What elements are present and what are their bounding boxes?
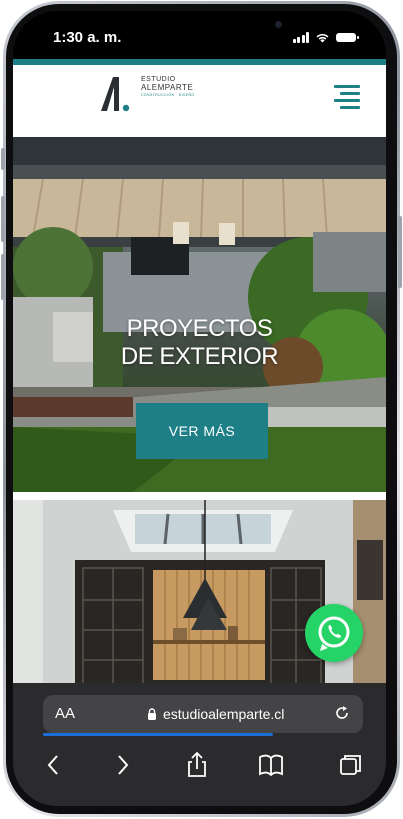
dynamic-notch	[138, 11, 282, 45]
whatsapp-icon	[318, 616, 350, 651]
reader-settings-button[interactable]: AA	[55, 705, 75, 722]
power-button	[398, 216, 402, 288]
hero-exterior: PROYECTOS DE EXTERIOR VER MÁS	[13, 137, 386, 492]
status-icons	[292, 31, 359, 43]
brand-tagline: CONSTRUCCIÓN · DISEÑO	[141, 93, 195, 97]
status-bar: 1:30 a. m.	[13, 11, 386, 61]
browser-toolbar	[13, 749, 386, 789]
whatsapp-button[interactable]	[305, 604, 363, 662]
screen: 1:30 a. m. ESTUDIO ALEMPARTE CONSTRUCCIÓ…	[13, 11, 386, 806]
battery-icon	[336, 32, 359, 42]
brand-line-1: ESTUDIO	[141, 76, 176, 83]
menu-button[interactable]	[334, 85, 360, 109]
reload-icon[interactable]	[333, 704, 351, 722]
volume-down-button	[1, 254, 5, 300]
url-text: estudioalemparte.cl	[163, 706, 285, 722]
ver-mas-button[interactable]: VER MÁS	[136, 403, 268, 459]
camera-icon	[275, 21, 282, 28]
chevron-left-icon[interactable]	[37, 749, 69, 781]
page-load-progress	[43, 733, 273, 736]
address-bar[interactable]: AA estudioalemparte.cl	[43, 695, 363, 733]
site-header: ESTUDIO ALEMPARTE CONSTRUCCIÓN · DISEÑO	[13, 65, 386, 137]
signal-icon	[292, 31, 309, 43]
lock-icon	[148, 708, 156, 720]
brand-line-2: ALEMPARTE	[141, 83, 194, 92]
section-divider	[13, 492, 386, 500]
tabs-icon[interactable]	[335, 749, 367, 781]
volume-up-button	[1, 196, 5, 242]
hero-title-line-2: DE EXTERIOR	[120, 343, 279, 370]
book-icon[interactable]	[255, 749, 287, 781]
browser-chrome: AA estudioalemparte.cl	[13, 683, 386, 806]
brand-wordmark: ESTUDIO ALEMPARTE CONSTRUCCIÓN · DISEÑO	[141, 76, 195, 98]
hamburger-icon	[334, 85, 360, 88]
chevron-right-icon[interactable]	[107, 749, 139, 781]
hero-title: PROYECTOS DE EXTERIOR	[13, 315, 386, 371]
hero-title-line-1: PROYECTOS	[126, 315, 273, 342]
share-icon[interactable]	[181, 749, 213, 781]
mute-switch	[1, 148, 5, 170]
wifi-icon	[316, 33, 329, 42]
status-time: 1:30 a. m.	[53, 29, 122, 46]
